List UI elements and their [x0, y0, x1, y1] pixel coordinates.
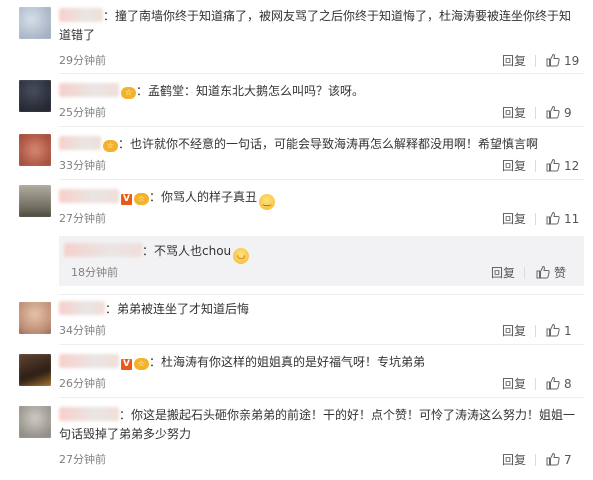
username[interactable]	[59, 407, 119, 421]
comment-text-line2: 道错了	[59, 28, 96, 42]
sub-reply-text: ：不骂人也chou ◡	[64, 242, 250, 264]
sub-reply-time: 18分钟前	[71, 266, 118, 279]
username[interactable]	[59, 83, 119, 97]
laugh-emoji-icon: ◡	[233, 248, 250, 264]
verified-badge-icon: V	[121, 194, 132, 205]
divider	[59, 126, 584, 127]
divider	[59, 344, 584, 345]
username[interactable]	[59, 136, 101, 150]
like-count: 9	[564, 106, 572, 120]
avatar[interactable]	[19, 7, 51, 39]
divider	[535, 454, 536, 466]
vip-badge-icon: ☆	[134, 193, 149, 205]
reply-button[interactable]: 回复	[491, 265, 515, 281]
comment-text: ：弟弟被连坐了才知道后悔	[59, 300, 584, 319]
divider	[535, 107, 536, 119]
username[interactable]	[59, 189, 119, 203]
like-button[interactable]: 7	[546, 452, 572, 468]
avatar[interactable]	[19, 406, 51, 438]
username[interactable]	[64, 243, 142, 257]
sub-reply: ：不骂人也chou ◡ 18分钟前 回复 赞	[59, 236, 584, 286]
vip-badge-icon: ☆	[121, 87, 136, 99]
comment-text: ：撞了南墙你终于知道痛了，被网友骂了之后你终于知道悔了，杜海涛要被连坐你终于知	[59, 7, 584, 26]
comment-time: 29分钟前	[59, 54, 106, 67]
thumbs-up-icon	[546, 53, 560, 67]
like-button[interactable]: 9	[546, 105, 572, 121]
reply-button[interactable]: 回复	[502, 323, 526, 339]
like-button[interactable]: 1	[546, 323, 572, 339]
thumbs-up-icon	[546, 211, 560, 225]
like-count: 8	[564, 377, 572, 391]
thumbs-up-icon	[546, 452, 560, 466]
like-count: 1	[564, 324, 572, 338]
comment-time: 27分钟前	[59, 453, 106, 466]
thumbs-up-icon	[536, 265, 550, 279]
comment-text-line2: 句话毁掉了弟弟多少努力	[59, 427, 192, 441]
divider	[535, 325, 536, 337]
divider	[535, 55, 536, 67]
like-button[interactable]: 11	[546, 211, 579, 227]
comment-text: ：你这是搬起石头砸你亲弟弟的前途！干的好！点个赞！可怜了涛涛这么努力！姐姐一	[59, 406, 584, 425]
vip-badge-icon: ☆	[103, 140, 118, 152]
reply-button[interactable]: 回复	[502, 105, 526, 121]
like-count: 7	[564, 453, 572, 467]
divider	[535, 378, 536, 390]
reply-button[interactable]: 回复	[502, 452, 526, 468]
comment-text: ☆ ：也许就你不经意的一句话，可能会导致海涛再怎么解释都没用啊！希望慎言啊	[59, 135, 584, 154]
like-button[interactable]: 12	[546, 158, 579, 174]
comment-time: 27分钟前	[59, 212, 106, 225]
like-count: 11	[564, 212, 580, 226]
comment-time: 33分钟前	[59, 159, 106, 172]
divider	[59, 179, 584, 180]
divider	[535, 160, 536, 172]
like-button[interactable]: 19	[546, 53, 579, 69]
reply-button[interactable]: 回复	[502, 376, 526, 392]
comment-time: 26分钟前	[59, 377, 106, 390]
reply-button[interactable]: 回复	[502, 211, 526, 227]
comment-text: V ☆ ：杜海涛有你这样的姐姐真的是好福气呀！专坑弟弟	[59, 353, 584, 372]
reply-button[interactable]: 回复	[502, 158, 526, 174]
vip-badge-icon: ☆	[134, 358, 149, 370]
smirk-emoji-icon: ‿	[259, 194, 276, 210]
like-button[interactable]: 赞	[536, 265, 566, 281]
username[interactable]	[59, 354, 119, 368]
divider	[535, 213, 536, 225]
thumbs-up-icon	[546, 376, 560, 390]
like-button[interactable]: 8	[546, 376, 572, 392]
username[interactable]	[59, 301, 105, 315]
divider	[59, 397, 584, 398]
reply-button[interactable]: 回复	[502, 53, 526, 69]
comment-time: 34分钟前	[59, 324, 106, 337]
comment-text: ☆ ：孟鹤堂：知道东北大鹅怎么叫吗？该呀。	[59, 82, 584, 101]
like-label: 赞	[554, 266, 567, 280]
thumbs-up-icon	[546, 105, 560, 119]
like-count: 19	[564, 54, 580, 68]
divider	[59, 294, 584, 295]
username[interactable]	[59, 8, 103, 22]
divider	[524, 267, 525, 279]
like-count: 12	[564, 159, 580, 173]
divider	[59, 73, 584, 74]
thumbs-up-icon	[546, 323, 560, 337]
comment-text: V ☆ ：你骂人的样子真丑 ‿	[59, 188, 584, 210]
comment-time: 25分钟前	[59, 106, 106, 119]
thumbs-up-icon	[546, 158, 560, 172]
verified-badge-icon: V	[121, 359, 132, 370]
